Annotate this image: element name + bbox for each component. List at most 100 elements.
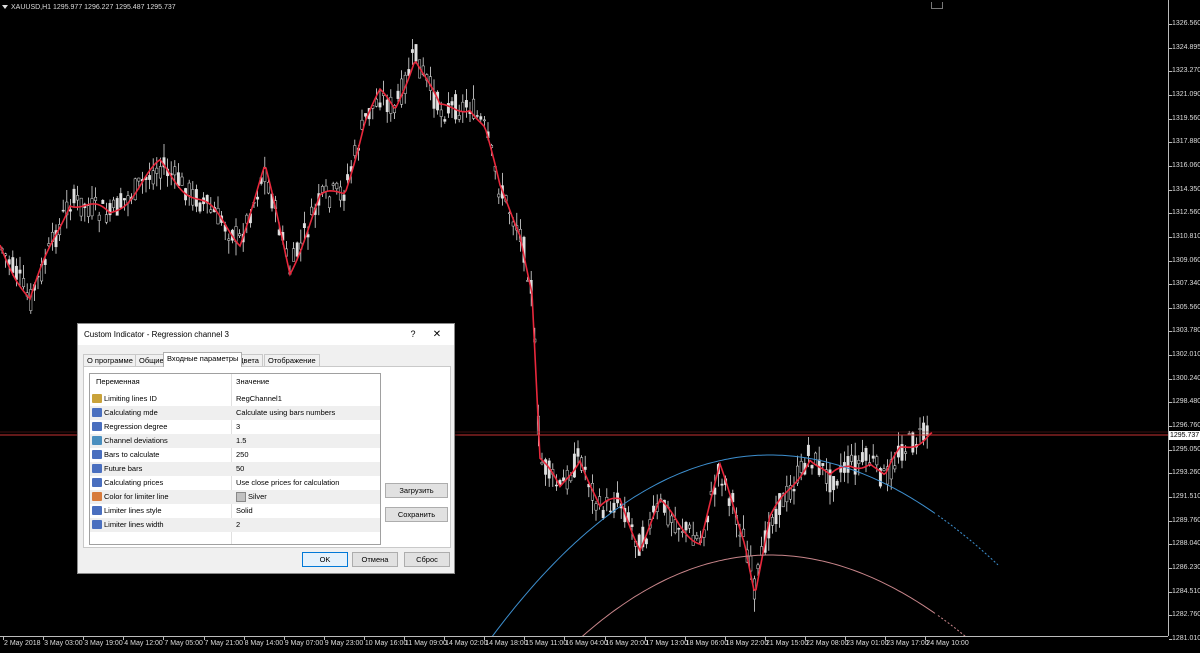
candle-body [346,174,350,181]
candle-body [446,103,450,114]
price-label: 1288.040 [1172,540,1200,548]
parameter-row[interactable]: Channel deviations 1.5 [90,434,380,448]
parameter-value[interactable]: RegChannel1 [236,394,282,403]
price-label: 1289.760 [1172,516,1200,524]
candle-body [576,448,580,457]
time-axis[interactable]: 2 May 2018 3 May 03:00 3 May 19:00 4 May 12… [0,636,1168,653]
candle-body [457,115,461,120]
parameter-row[interactable]: Color for limiter line Silver [90,490,380,504]
price-label: 1326.560 [1172,20,1200,27]
parameter-row[interactable]: Limiter lines width 2 [90,518,380,532]
dialog-titlebar[interactable]: Custom Indicator - Regression channel 3 … [78,324,454,345]
candle-body [720,483,724,486]
parameter-value[interactable]: 2 [236,520,240,529]
parameter-name: Calculating mde [104,408,158,417]
help-button[interactable]: ? [405,327,421,342]
parameter-name: Channel deviations [104,436,168,445]
candle-body [594,503,598,511]
parameter-row[interactable]: Regression degree 3 [90,420,380,434]
parameter-row[interactable]: Calculating prices Use close prices for c… [90,476,380,490]
candle-body [479,116,483,120]
time-label: 17 May 13:00 [645,640,689,647]
candle-body [176,172,180,186]
integer-type-icon [92,450,102,459]
symbol-info: XAUUSD,H1 1295.977 1296.227 1295.487 129… [2,4,176,11]
load-button[interactable]: Загрузить [385,483,448,498]
channel-middle-projection [937,615,966,636]
time-label: 21 May 15:00 [765,640,809,647]
parameter-row[interactable]: Bars to calculate 250 [90,448,380,462]
parameter-value[interactable]: 50 [236,464,244,473]
string-type-icon [92,394,102,403]
parameter-value[interactable]: Use close prices for calculation [236,478,339,487]
candle-body [670,515,674,523]
candle-body [864,447,868,461]
candle-body [328,196,332,208]
price-label: 1307.340 [1172,280,1200,288]
tab-inputs[interactable]: Входные параметры [163,352,243,367]
parameter-name: Calculating prices [104,478,164,487]
price-label: 1309.060 [1172,256,1200,264]
integer-type-icon [92,422,102,431]
parameter-value[interactable]: 3 [236,422,240,431]
double-type-icon [92,436,102,445]
integer-type-icon [92,408,102,417]
candle-body [630,524,634,527]
parameter-value[interactable]: 250 [236,450,249,459]
candle-body [310,206,314,215]
candle-body [652,505,656,513]
candle-body [882,468,886,471]
candle-body [256,196,260,200]
candle-body [410,49,414,53]
candle-body [443,119,447,122]
candle-body [439,109,443,117]
color-swatch [236,492,246,503]
time-label: 16 May 20:00 [605,640,648,647]
dialog-panel: Переменная Значение Limiting lines ID Reg… [83,366,451,548]
candle-body [137,177,141,182]
parameter-row[interactable]: Future bars 50 [90,462,380,476]
channel-upper-line [491,454,936,636]
candle-body [180,176,184,186]
candle-body [227,238,231,241]
price-label: 1281.010 [1172,634,1200,642]
candle-body [11,257,15,273]
parameter-name: Regression degree [104,422,168,431]
candle-body [133,178,137,200]
time-label: 2 May 2018 [4,640,41,647]
candle-body [806,444,810,456]
channel-upper-projection [937,515,999,566]
candle-body [454,94,458,120]
price-label: 1314.350 [1172,185,1200,193]
symbol-menu-icon[interactable] [2,5,8,10]
candle-body [637,534,641,556]
time-label: 14 May 02:00 [445,640,488,647]
ok-button[interactable]: OK [302,552,348,567]
parameter-row[interactable]: Limiter lines style Solid [90,504,380,518]
parameter-value[interactable]: 1.5 [236,436,246,445]
parameter-row[interactable]: Calculating mde Calculate using bars numb… [90,406,380,420]
time-label: 4 May 12:00 [124,640,163,647]
close-button[interactable]: ✕ [427,327,447,342]
candle-body [292,248,296,262]
window-corner-icon [931,2,943,9]
dialog-title: Custom Indicator - Regression channel 3 [84,330,229,339]
candle-body [353,145,357,156]
parameter-row[interactable]: Limiting lines ID RegChannel1 [90,392,380,406]
candle-body [97,214,101,221]
parameter-value[interactable]: Solid [236,506,253,515]
parameter-value[interactable]: Calculate using bars numbers [236,408,335,417]
candle-body [22,278,26,288]
candle-body [464,100,468,108]
candle-body [155,167,159,174]
candle-body [601,509,605,519]
candle-body [104,214,108,223]
cancel-button[interactable]: Отмена [352,552,398,567]
candle-body [608,510,612,513]
reset-button[interactable]: Сброс [404,552,450,567]
parameter-value[interactable]: Silver [236,492,267,503]
save-button[interactable]: Сохранить [385,507,448,522]
price-axis[interactable]: 1326.560 1324.895 1323.270 1321.090 1319.560… [1168,0,1200,642]
price-label: 1298.480 [1172,398,1200,406]
candle-body [61,209,65,212]
